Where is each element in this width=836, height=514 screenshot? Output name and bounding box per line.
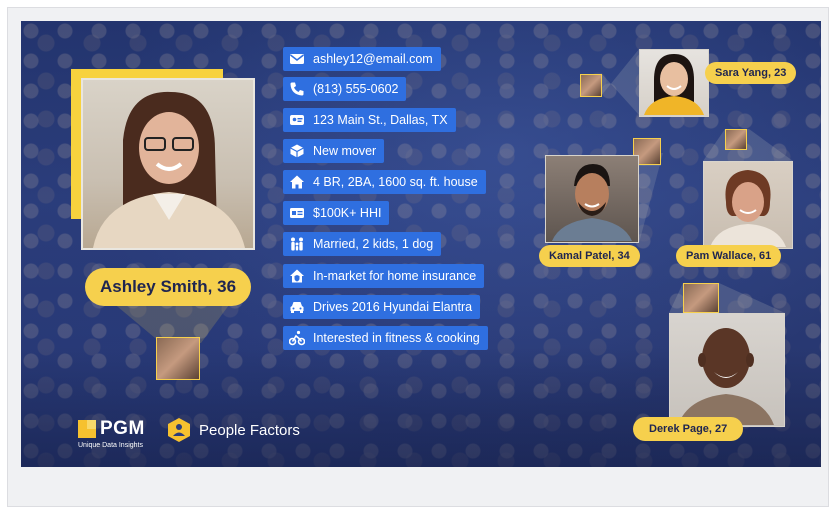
- box-icon: [290, 144, 304, 158]
- pgm-tagline: Unique Data Insights: [78, 442, 143, 449]
- family-icon: [291, 237, 303, 251]
- attribute-label: New mover: [313, 144, 377, 158]
- attribute-interests: Interested in fitness & cooking: [283, 326, 488, 350]
- attribute-label: Drives 2016 Hyundai Elantra: [313, 300, 473, 314]
- attribute-car: Drives 2016 Hyundai Elantra: [283, 295, 481, 319]
- profile-banner: Ashley Smith, 36 ashley12@email.com (813…: [21, 21, 821, 467]
- attribute-label: Married, 2 kids, 1 dog: [313, 237, 434, 251]
- attribute-label: $100K+ HHI: [313, 206, 382, 220]
- pam-wallace-photo: [703, 161, 793, 249]
- people-factors-name: People Factors: [199, 421, 300, 439]
- sara-yang-name: Sara Yang, 23: [705, 62, 797, 84]
- pam-wallace-thumbnail: [725, 129, 747, 150]
- main-profile-photo: [81, 78, 255, 250]
- bike-icon: [289, 330, 305, 346]
- id-card-icon: [290, 208, 304, 218]
- attribute-label: 4 BR, 2BA, 1600 sq. ft. house: [313, 175, 478, 189]
- pgm-logo: PGM Unique Data Insights: [78, 418, 145, 449]
- derek-page-photo: [669, 313, 785, 427]
- derek-page-name: Derek Page, 27: [633, 417, 744, 441]
- pam-wallace-name: Pam Wallace, 61: [676, 245, 782, 267]
- pgm-name: PGM: [100, 418, 145, 439]
- derek-page-thumbnail: [683, 283, 719, 313]
- attribute-label: (813) 555-0602: [313, 82, 399, 96]
- people-factors-hexagon-icon: [168, 418, 190, 442]
- attribute-mover: New mover: [283, 139, 385, 163]
- attribute-house: 4 BR, 2BA, 1600 sq. ft. house: [283, 170, 486, 194]
- house-shield-icon: [290, 269, 304, 283]
- attribute-insurance: In-market for home insurance: [283, 264, 485, 288]
- house-icon: [290, 175, 304, 189]
- kamal-patel-photo: [545, 155, 639, 243]
- address-card-icon: [290, 115, 304, 125]
- attribute-address: 123 Main St., Dallas, TX: [283, 108, 456, 132]
- attribute-label: ashley12@email.com: [313, 52, 433, 66]
- car-icon: [290, 302, 304, 313]
- kamal-patel-name: Kamal Patel, 34: [539, 245, 640, 267]
- attribute-label: In-market for home insurance: [313, 269, 477, 283]
- main-profile-thumbnail: [156, 337, 200, 380]
- sara-yang-thumbnail: [580, 74, 602, 97]
- attribute-email: ashley12@email.com: [283, 47, 441, 71]
- attribute-label: 123 Main St., Dallas, TX: [313, 113, 448, 127]
- envelope-icon: [290, 54, 304, 64]
- attribute-income: $100K+ HHI: [283, 201, 390, 225]
- attribute-family: Married, 2 kids, 1 dog: [283, 232, 442, 256]
- attribute-label: Interested in fitness & cooking: [313, 331, 480, 345]
- sara-yang-photo: [639, 49, 709, 117]
- main-profile-name: Ashley Smith, 36: [85, 268, 251, 306]
- pgm-square-icon: [78, 420, 96, 438]
- phone-icon: [290, 82, 304, 96]
- attribute-phone: (813) 555-0602: [283, 77, 407, 101]
- people-factors-logo: People Factors: [167, 417, 300, 443]
